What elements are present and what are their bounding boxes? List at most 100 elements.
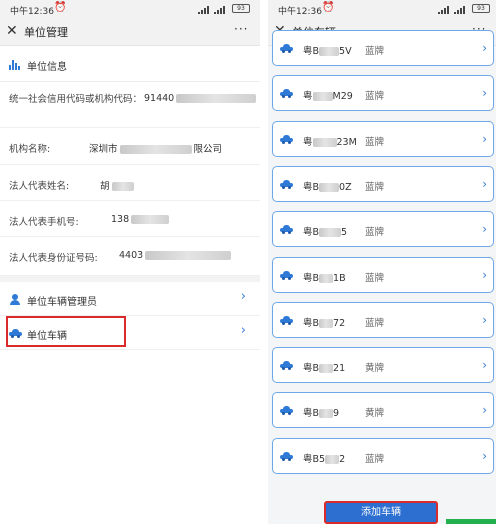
redacted-mask (312, 92, 333, 101)
redacted-mask (319, 364, 334, 373)
vehicle-card[interactable]: 粤B 5 蓝牌 › (272, 211, 494, 247)
redacted-mask (319, 47, 340, 56)
redacted-mask (131, 215, 170, 224)
chevron-right-icon: › (482, 177, 487, 191)
plate-color: 黄牌 (365, 408, 385, 419)
info-value: 4403 (119, 250, 232, 261)
plate-number: 粤B 9 (303, 408, 340, 419)
plate-color: 蓝牌 (365, 182, 385, 193)
plate-color: 蓝牌 (365, 227, 385, 238)
info-row-legal-rep-id: 法人代表身份证号码: 4403 (0, 237, 260, 276)
vehicle-card[interactable]: 粤B5 2 蓝牌 › (272, 438, 494, 474)
menu-item-label: 单位车辆管理员 (27, 297, 97, 308)
info-value: 138 (111, 214, 170, 225)
plate-color: 蓝牌 (365, 318, 385, 329)
chevron-right-icon: › (482, 403, 487, 417)
alarm-icon: ⏰ (54, 2, 67, 13)
plate-color: 蓝牌 (365, 137, 385, 148)
signal-icon (198, 6, 212, 14)
section-header-unit-info: 单位信息 (0, 46, 260, 82)
info-value: 胡 (100, 178, 134, 192)
chevron-right-icon: › (482, 449, 487, 463)
section-title: 单位信息 (27, 62, 67, 73)
plate-number: 粤B 21 (303, 363, 346, 374)
unit-management-screen: 中午12:36 ⏰ 93 ✕ 单位管理 ··· 单位信息 统一社会信用代码或机构… (0, 0, 260, 524)
chevron-right-icon: › (482, 313, 487, 327)
redacted-mask (111, 182, 134, 191)
plate-number: 粤B 5 (303, 227, 348, 238)
vehicle-card[interactable]: 粤B 21 黄牌 › (272, 347, 494, 383)
chevron-right-icon: › (482, 41, 487, 55)
vehicle-card[interactable]: 粤 M29 蓝牌 › (272, 75, 494, 111)
plate-color: 蓝牌 (365, 91, 385, 102)
redacted-mask (312, 138, 337, 147)
status-bar: 中午12:36 ⏰ 93 (268, 0, 496, 18)
info-row-legal-rep-phone: 法人代表手机号: 138 (0, 201, 260, 237)
add-vehicle-button[interactable]: 添加车辆 (324, 501, 438, 524)
info-value: 91440 (144, 93, 257, 104)
menu-item-vehicle-admins[interactable]: 单位车辆管理员 › (0, 282, 260, 316)
redacted-mask (319, 409, 334, 418)
car-icon (280, 135, 293, 144)
info-row-org-name: 机构名称: 深圳市 限公司 (0, 128, 260, 165)
vehicle-card[interactable]: 粤B 72 蓝牌 › (272, 302, 494, 338)
chart-bars-icon (9, 60, 20, 70)
car-icon (280, 271, 293, 280)
plate-number: 粤B5 2 (303, 454, 346, 465)
car-icon (280, 180, 293, 189)
title-bar: ✕ 单位管理 ··· (0, 18, 260, 46)
redacted-mask (319, 183, 340, 192)
more-icon[interactable]: ··· (234, 22, 248, 36)
alarm-icon: ⏰ (322, 2, 335, 13)
chevron-right-icon: › (482, 86, 487, 100)
redacted-mask (119, 145, 192, 154)
close-icon[interactable]: ✕ (6, 23, 18, 39)
plate-number: 粤 23M (303, 137, 357, 148)
plate-color: 蓝牌 (365, 273, 385, 284)
car-icon (280, 361, 293, 370)
info-label: 法人代表姓名: (9, 181, 70, 192)
status-bar: 中午12:36 ⏰ 93 (0, 0, 260, 18)
redacted-mask (319, 319, 334, 328)
car-icon (280, 225, 293, 234)
redacted-mask (325, 455, 340, 464)
plate-number: 粤B 5V (303, 46, 352, 57)
car-icon (280, 452, 293, 461)
info-label: 统一社会信用代码或机构代码： (9, 94, 143, 105)
green-strip (446, 519, 496, 524)
vehicle-card[interactable]: 粤 23M 蓝牌 › (272, 121, 494, 157)
battery-icon: 93 (232, 4, 250, 13)
vehicle-card[interactable]: 粤B 9 黄牌 › (272, 392, 494, 428)
highlight-box (6, 316, 126, 347)
plate-color: 蓝牌 (365, 46, 385, 57)
plate-number: 粤B 72 (303, 318, 346, 329)
battery-icon: 93 (472, 4, 490, 13)
redacted-mask (176, 94, 257, 103)
redacted-mask (319, 228, 342, 237)
vehicle-card[interactable]: 粤B 5V 蓝牌 › (272, 30, 494, 66)
info-value: 深圳市 限公司 (89, 144, 223, 155)
vehicle-card[interactable]: 粤B 1B 蓝牌 › (272, 257, 494, 293)
status-time: 中午12:36 (10, 7, 54, 17)
info-row-legal-rep-name: 法人代表姓名: 胡 (0, 165, 260, 201)
plate-number: 粤B 1B (303, 273, 346, 284)
signal-icon-2 (214, 6, 228, 14)
car-icon (280, 406, 293, 415)
info-label: 法人代表身份证号码: (9, 253, 98, 264)
plate-color: 蓝牌 (365, 454, 385, 465)
chevron-right-icon: › (240, 323, 246, 338)
car-icon (280, 44, 293, 53)
plate-color: 黄牌 (365, 363, 385, 374)
pane-gap (260, 0, 268, 524)
unit-vehicles-screen: 中午12:36 ⏰ 93 ✕ 单位车辆 ··· 粤B5V蓝牌›粤M29蓝牌›粤2… (268, 0, 496, 524)
redacted-mask (145, 251, 232, 260)
chevron-right-icon: › (482, 358, 487, 372)
signal-icon (438, 6, 452, 14)
plate-number: 粤 M29 (303, 91, 353, 102)
info-label: 法人代表手机号: (9, 217, 79, 228)
car-icon (280, 316, 293, 325)
car-icon (280, 89, 293, 98)
redacted-mask (319, 274, 334, 283)
chevron-right-icon: › (240, 289, 246, 304)
vehicle-card[interactable]: 粤B 0Z 蓝牌 › (272, 166, 494, 202)
